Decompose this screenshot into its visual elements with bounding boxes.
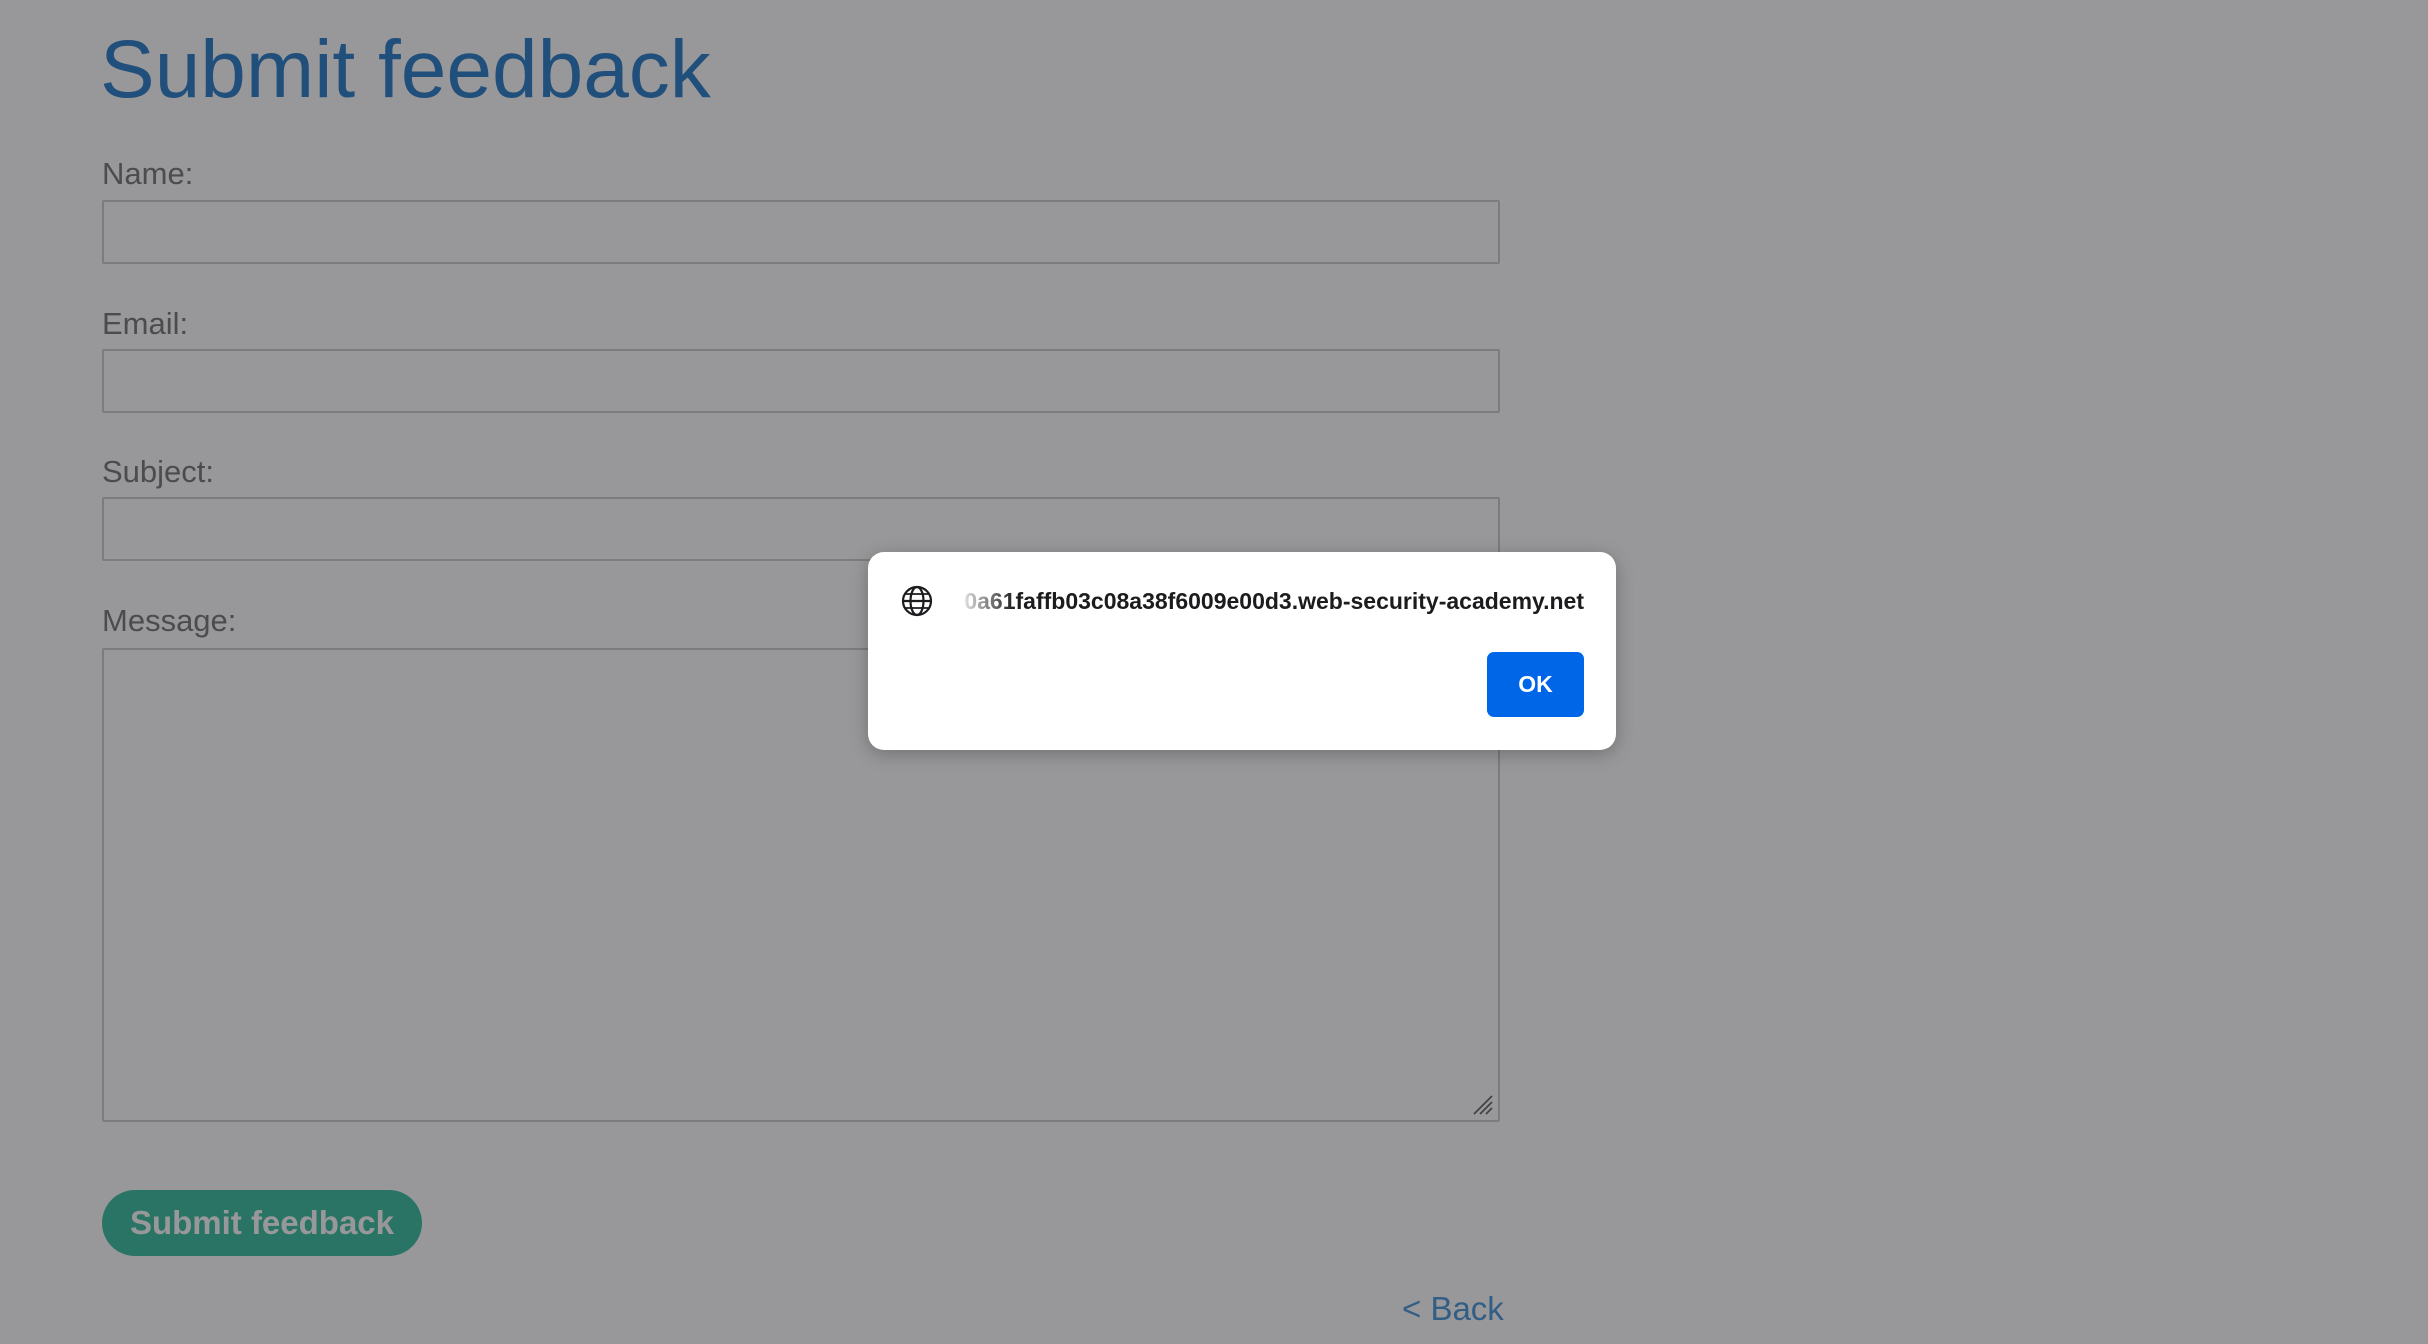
dialog-origin-fade	[944, 584, 1014, 618]
dialog-origin-text: 0a61faffb03c08a38f6009e00d3.web-security…	[964, 588, 1584, 614]
ok-button[interactable]: OK	[1487, 652, 1584, 717]
alert-dialog: 0a61faffb03c08a38f6009e00d3.web-security…	[868, 552, 1616, 750]
globe-icon	[901, 585, 933, 617]
